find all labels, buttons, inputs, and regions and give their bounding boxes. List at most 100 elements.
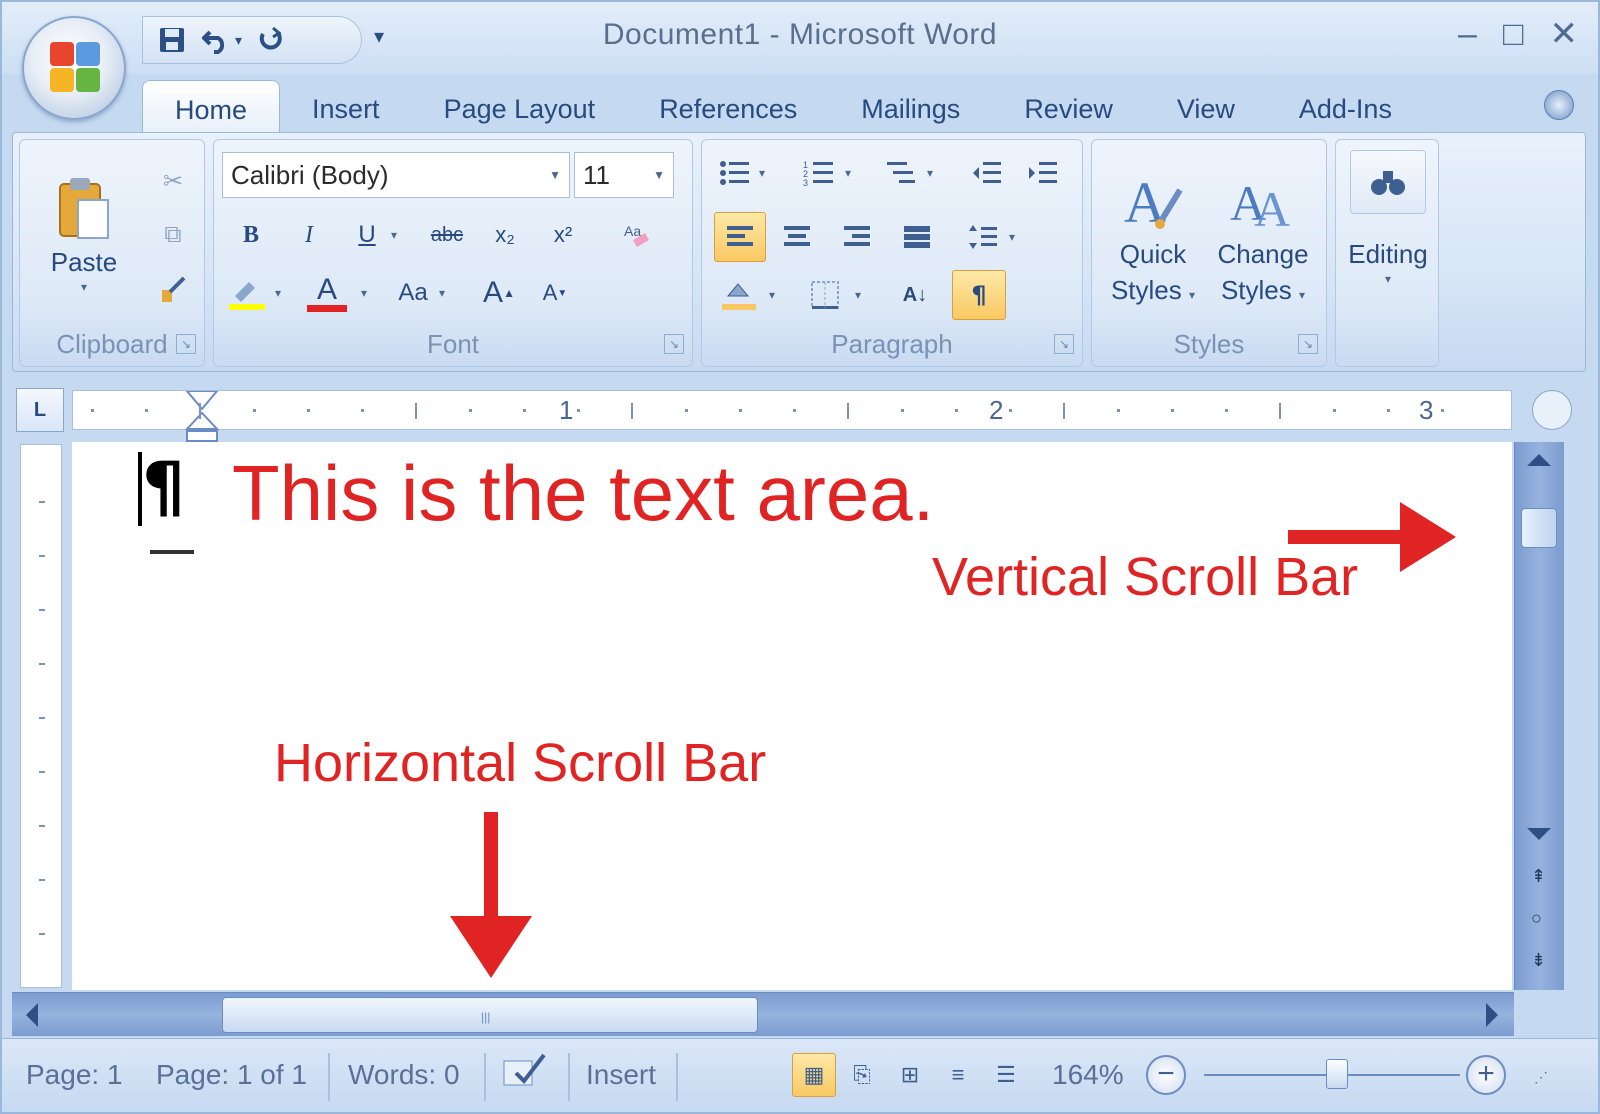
tab-review[interactable]: Review <box>992 80 1145 134</box>
bullets-dropdown-icon[interactable]: ▾ <box>750 150 774 196</box>
shading-icon[interactable] <box>716 272 762 318</box>
grip-icon: ||| <box>481 1010 491 1024</box>
scroll-right-icon[interactable] <box>1486 1003 1498 1027</box>
browse-object-icon[interactable]: ○ <box>1531 908 1542 929</box>
document-page[interactable]: ¶ This is the text area. Vertical Scroll… <box>72 442 1512 990</box>
font-color-button[interactable]: A <box>304 270 350 316</box>
proofing-icon[interactable] <box>500 1051 548 1098</box>
underline-dropdown-icon[interactable]: ▾ <box>382 212 406 258</box>
show-hide-button[interactable]: ¶ <box>952 270 1006 320</box>
superscript-button[interactable]: x² <box>540 212 586 258</box>
format-painter-icon[interactable] <box>150 266 196 312</box>
ruler-tick <box>1387 409 1390 412</box>
vertical-scrollbar[interactable]: ⇞ ○ ⇟ <box>1514 442 1564 990</box>
copy-icon[interactable]: ⧉ <box>150 212 196 258</box>
vertical-ruler-tick <box>39 663 45 665</box>
vertical-ruler[interactable] <box>20 444 62 988</box>
print-layout-icon[interactable]: ▦ <box>792 1053 836 1097</box>
minimize-button[interactable]: – <box>1458 14 1477 54</box>
tab-insert[interactable]: Insert <box>280 80 412 134</box>
annotation-text-area: This is the text area. <box>232 449 935 537</box>
web-layout-icon[interactable]: ⊞ <box>888 1053 932 1097</box>
horizontal-scrollbar[interactable]: ||| <box>12 992 1514 1036</box>
quick-styles-button[interactable]: A Quick Styles ▾ <box>1098 154 1208 324</box>
paragraph-launcher-icon[interactable]: ↘ <box>1054 334 1074 354</box>
multilevel-dropdown-icon[interactable]: ▾ <box>918 150 942 196</box>
paste-button[interactable]: Paste ▾ <box>34 154 134 314</box>
horizontal-scroll-thumb[interactable]: ||| <box>222 997 758 1033</box>
font-size-select[interactable]: 11 ▼ <box>574 152 674 198</box>
resize-grip-icon[interactable]: ⋰ <box>1534 1069 1548 1086</box>
office-button[interactable] <box>22 16 126 120</box>
font-color-dropdown-icon[interactable]: ▾ <box>352 270 376 316</box>
italic-button[interactable]: I <box>286 212 332 258</box>
align-right-icon[interactable] <box>834 214 880 260</box>
editing-group: Editing ▾ <box>1335 139 1439 367</box>
tab-view[interactable]: View <box>1145 80 1267 134</box>
align-center-icon[interactable] <box>774 214 820 260</box>
font-name-select[interactable]: Calibri (Body) ▼ <box>222 152 570 198</box>
status-page[interactable]: Page: 1 <box>26 1059 123 1091</box>
strikethrough-button[interactable]: abc <box>424 212 470 258</box>
scroll-down-icon[interactable] <box>1527 828 1551 840</box>
increase-indent-icon[interactable] <box>1020 150 1066 196</box>
previous-page-icon[interactable]: ⇞ <box>1531 866 1546 887</box>
scroll-left-icon[interactable] <box>26 1003 38 1027</box>
bold-button[interactable]: B <box>228 212 274 258</box>
tab-mailings[interactable]: Mailings <box>829 80 992 134</box>
zoom-slider-thumb[interactable] <box>1326 1059 1348 1089</box>
tab-page-layout[interactable]: Page Layout <box>412 80 628 134</box>
svg-text:A: A <box>1254 181 1290 236</box>
cut-icon[interactable]: ✂ <box>150 158 196 204</box>
align-left-icon[interactable] <box>714 212 766 262</box>
scroll-up-icon[interactable] <box>1527 454 1551 466</box>
horizontal-ruler[interactable]: 1 2 3 <box>72 390 1512 442</box>
tab-add-ins[interactable]: Add-Ins <box>1267 80 1424 134</box>
outline-icon[interactable]: ≡ <box>936 1053 980 1097</box>
view-ruler-icon[interactable] <box>1532 390 1572 430</box>
zoom-level[interactable]: 164% <box>1052 1059 1124 1091</box>
change-case-dropdown-icon[interactable]: ▾ <box>430 270 454 316</box>
draft-icon[interactable]: ☰ <box>984 1053 1028 1097</box>
next-page-icon[interactable]: ⇟ <box>1531 950 1546 971</box>
numbering-dropdown-icon[interactable]: ▾ <box>836 150 860 196</box>
vertical-scroll-thumb[interactable] <box>1521 508 1557 548</box>
clipboard-launcher-icon[interactable]: ↘ <box>176 334 196 354</box>
highlight-icon[interactable] <box>224 270 270 316</box>
line-spacing-dropdown-icon[interactable]: ▾ <box>1000 214 1024 260</box>
ruler-tick <box>739 409 742 412</box>
zoom-out-icon[interactable]: − <box>1146 1055 1186 1095</box>
ribbon: Paste ▾ ✂ ⧉ Clipboard ↘ Calibri (Body) ▼… <box>12 132 1586 372</box>
status-page-of[interactable]: Page: 1 of 1 <box>156 1059 307 1091</box>
full-screen-reading-icon[interactable]: ⎘ <box>840 1053 884 1097</box>
tab-selector[interactable]: L <box>16 388 64 432</box>
ruler-tick <box>91 409 94 412</box>
maximize-button[interactable]: □ <box>1503 14 1524 54</box>
borders-icon[interactable] <box>802 272 848 318</box>
status-mode[interactable]: Insert <box>586 1059 656 1091</box>
styles-launcher-icon[interactable]: ↘ <box>1298 334 1318 354</box>
ruler-number-3: 3 <box>1419 395 1434 425</box>
clear-formatting-icon[interactable]: Aa <box>614 212 660 258</box>
sort-button[interactable]: A↓ <box>892 272 938 318</box>
paste-dropdown-icon[interactable]: ▾ <box>81 280 87 294</box>
indent-marker-icon[interactable] <box>185 391 219 443</box>
editing-button[interactable]: Editing ▾ <box>1342 150 1434 350</box>
font-name-value: Calibri (Body) <box>231 160 389 190</box>
grow-font-button[interactable]: A ▲ <box>476 270 522 316</box>
change-styles-button[interactable]: A A Change Styles ▾ <box>1208 154 1318 324</box>
decrease-indent-icon[interactable] <box>964 150 1010 196</box>
tab-home[interactable]: Home <box>142 80 281 134</box>
shading-dropdown-icon[interactable]: ▾ <box>760 272 784 318</box>
zoom-in-icon[interactable]: + <box>1466 1055 1506 1095</box>
status-words[interactable]: Words: 0 <box>348 1059 460 1091</box>
tab-references[interactable]: References <box>627 80 829 134</box>
close-button[interactable]: ✕ <box>1550 14 1579 54</box>
shrink-font-button[interactable]: A ▼ <box>532 270 578 316</box>
highlight-dropdown-icon[interactable]: ▾ <box>266 270 290 316</box>
justify-icon[interactable] <box>894 214 940 260</box>
help-icon[interactable] <box>1544 90 1574 120</box>
borders-dropdown-icon[interactable]: ▾ <box>846 272 870 318</box>
font-launcher-icon[interactable]: ↘ <box>664 334 684 354</box>
subscript-button[interactable]: x₂ <box>482 212 528 258</box>
